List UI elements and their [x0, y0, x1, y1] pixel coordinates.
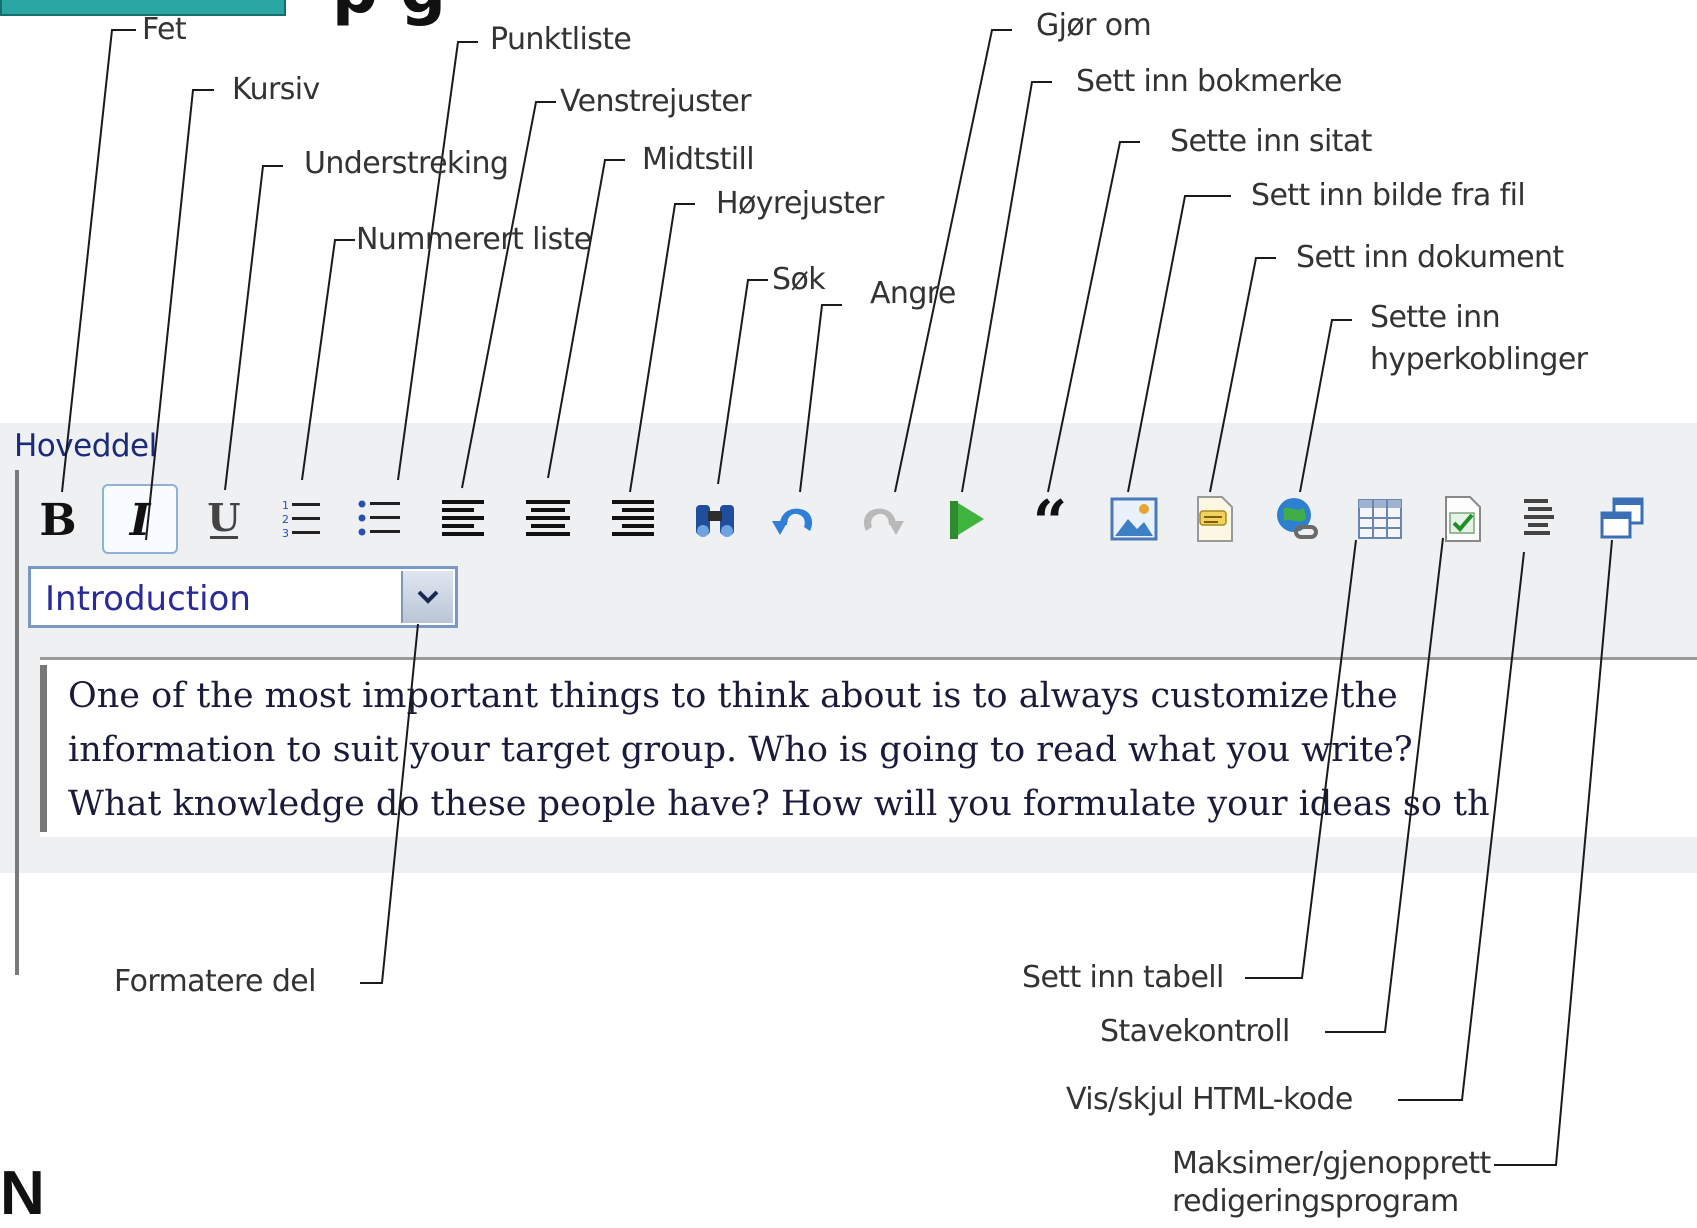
callout-underline: Understreking	[304, 146, 509, 181]
callout-maximize-line1: Maksimer/gjenopprett	[1172, 1146, 1491, 1181]
callout-redo: Gjør om	[1036, 8, 1152, 43]
callout-toggle-html: Vis/skjul HTML-kode	[1066, 1082, 1353, 1117]
callout-document: Sett inn dokument	[1296, 240, 1564, 275]
callout-image: Sett inn bilde fra fil	[1251, 178, 1526, 213]
callout-spellcheck: Stavekontroll	[1100, 1014, 1290, 1049]
callout-bookmark: Sett inn bokmerke	[1076, 64, 1342, 99]
callout-hyperlinks-line1: Sette inn	[1370, 300, 1501, 335]
callout-align-center: Midtstill	[642, 142, 755, 177]
callout-undo: Angre	[870, 276, 956, 311]
callout-bullet-list: Punktliste	[490, 22, 632, 57]
callout-align-right: Høyrejuster	[716, 186, 884, 221]
callout-format-section: Formatere del	[114, 964, 316, 999]
callout-search: Søk	[772, 262, 826, 297]
callout-align-left: Venstrejuster	[560, 84, 752, 119]
callout-hyperlinks-line2: hyperkoblinger	[1370, 342, 1588, 377]
callout-quote: Sette inn sitat	[1170, 124, 1372, 159]
callout-numbered-list: Nummerert liste	[356, 222, 592, 257]
callout-italic: Kursiv	[232, 72, 320, 107]
callout-maximize-line2: redigeringsprogram	[1172, 1184, 1459, 1219]
callout-table: Sett inn tabell	[1022, 960, 1224, 995]
callout-bold: Fet	[142, 12, 187, 47]
